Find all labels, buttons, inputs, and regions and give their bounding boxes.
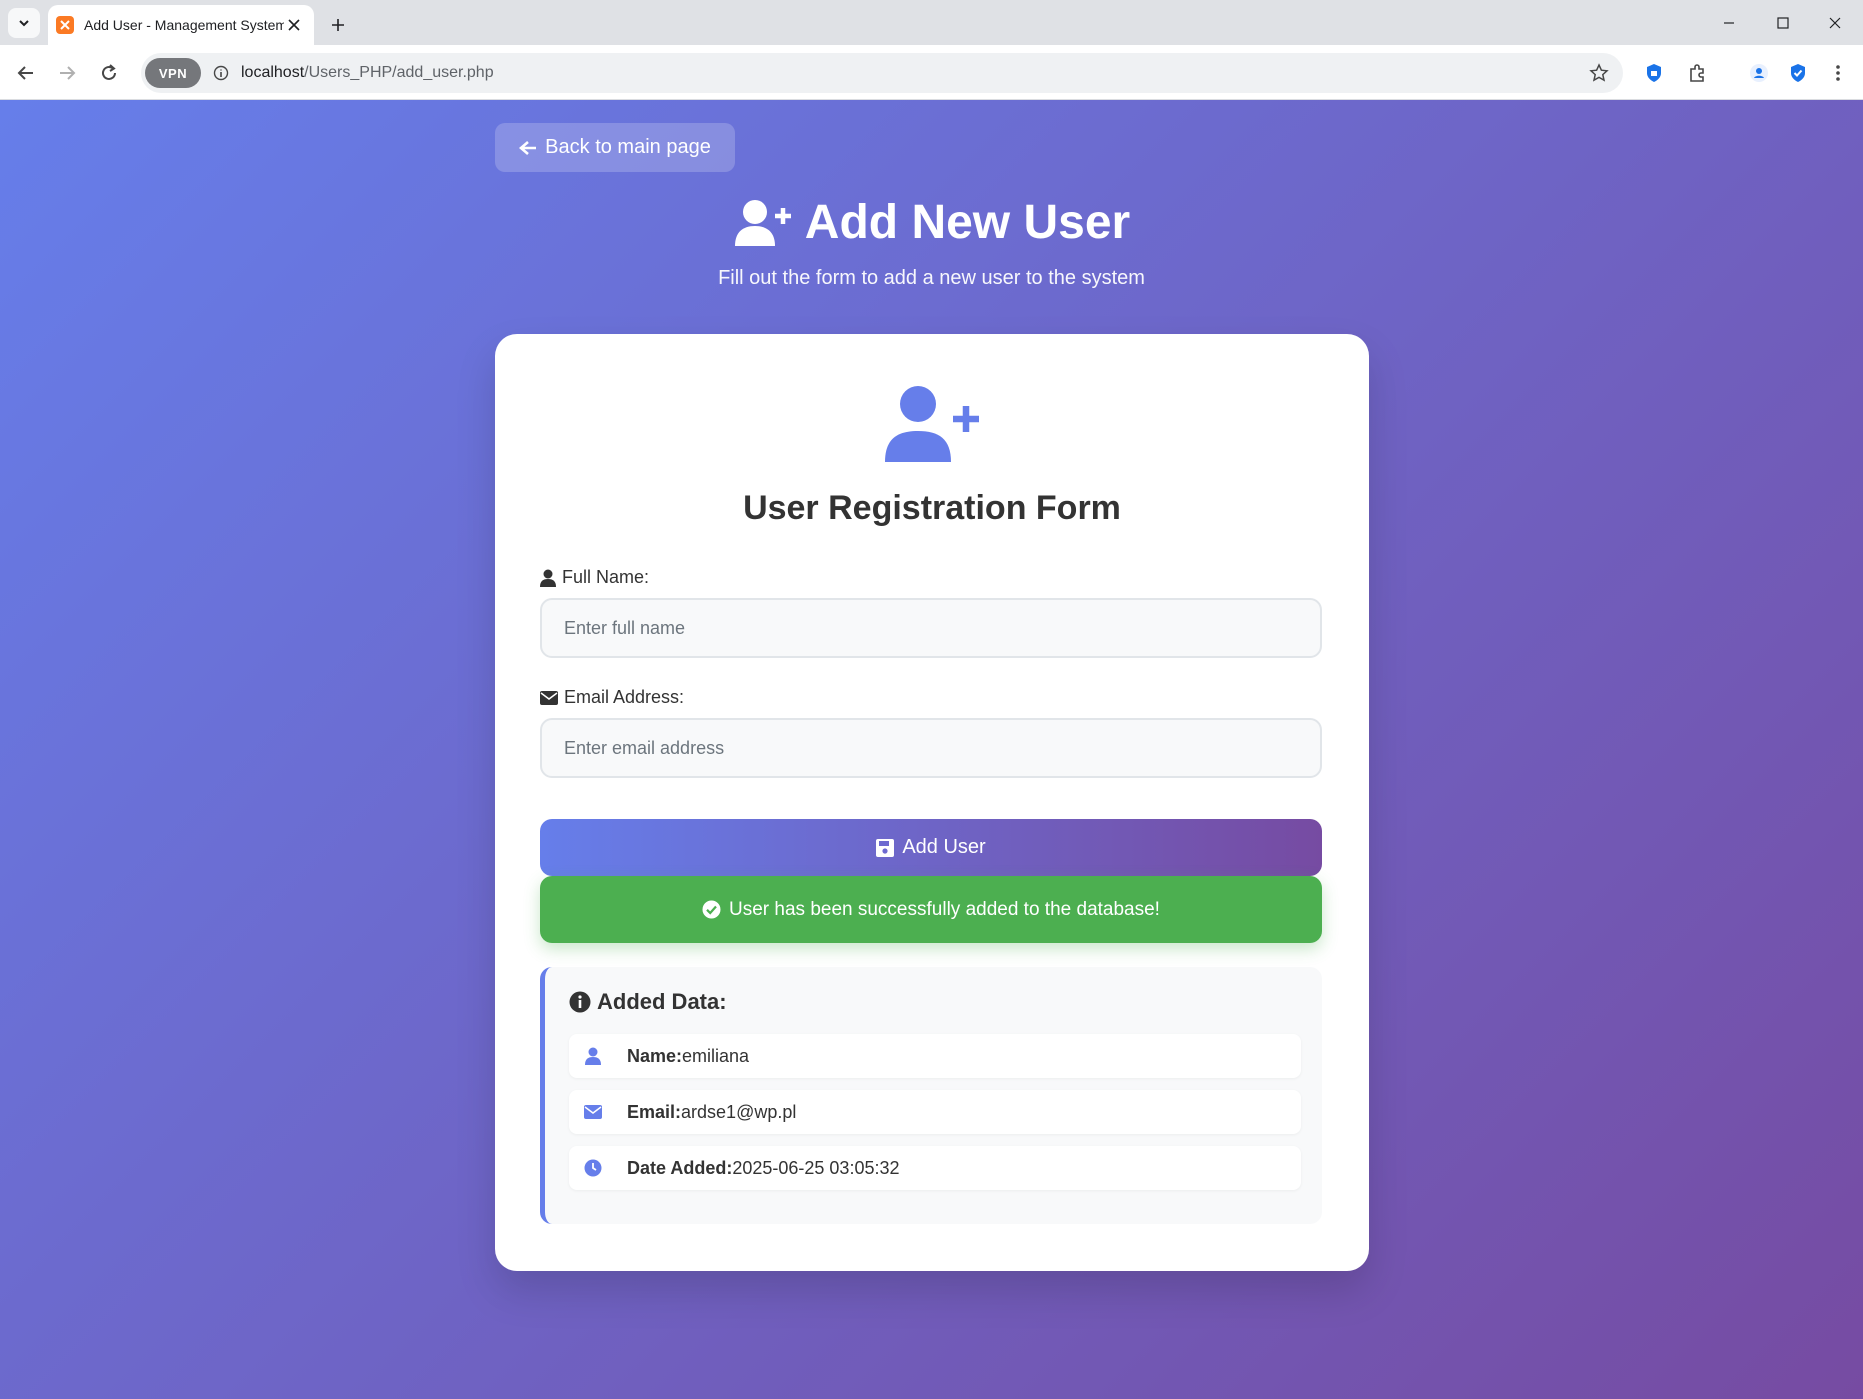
user-plus-icon (734, 199, 791, 246)
tab-title: Add User - Management System (84, 17, 284, 33)
page-background: Back to main page Add New User Fill out … (0, 100, 1863, 1399)
added-data-title-text: Added Data: (597, 989, 727, 1014)
tab-close-icon[interactable] (284, 15, 304, 35)
browser-tabbar: Add User - Management System (0, 0, 1863, 45)
browser-tab-active[interactable]: Add User - Management System (48, 5, 314, 45)
chevron-down-icon (19, 20, 29, 27)
registration-card: User Registration Form Full Name: Email … (495, 334, 1369, 1271)
back-button-label: Back to main page (545, 136, 711, 158)
added-date-key: Date Added: (627, 1157, 733, 1178)
success-alert-text: User has been successfully added to the … (729, 898, 1160, 920)
added-date-row: Date Added: 2025-06-25 03:05:32 (569, 1146, 1301, 1190)
envelope-icon (581, 1105, 605, 1119)
full-name-input[interactable] (540, 598, 1322, 658)
check-circle-icon (702, 900, 721, 919)
new-tab-plus-icon[interactable] (324, 11, 352, 39)
email-label-text: Email Address: (564, 687, 685, 707)
add-user-button-label: Add User (902, 836, 986, 858)
form-title: User Registration Form (743, 489, 1121, 527)
added-date-value: 2025-06-25 03:05:32 (732, 1157, 900, 1178)
forward-arrow-icon[interactable] (51, 57, 83, 89)
back-arrow-icon[interactable] (10, 57, 42, 89)
site-info-icon[interactable] (211, 63, 231, 83)
arrow-left-icon (519, 140, 537, 155)
user-plus-icon (885, 386, 979, 462)
url-host: localhost (241, 64, 305, 81)
reload-icon[interactable] (93, 57, 125, 89)
profile-avatar-icon[interactable] (1743, 57, 1775, 89)
full-name-label: Full Name: (540, 567, 649, 588)
back-to-main-button[interactable]: Back to main page (495, 123, 735, 172)
added-name-row: Name: emiliana (569, 1034, 1301, 1078)
added-data-panel: Added Data: Name: emiliana Email: ardse1… (540, 967, 1322, 1224)
added-email-key: Email: (627, 1101, 682, 1122)
added-name-key: Name: (627, 1045, 683, 1066)
add-user-button[interactable]: Add User (540, 819, 1322, 876)
page-subtitle: Fill out the form to add a new user to t… (718, 266, 1145, 289)
url-path: /Users_PHP/add_user.php (304, 64, 494, 81)
vpn-badge[interactable]: VPN (145, 58, 201, 88)
save-icon (876, 838, 895, 857)
added-data-title: Added Data: (569, 989, 727, 1015)
bookmark-star-icon[interactable] (1585, 59, 1613, 87)
user-icon (581, 1047, 605, 1065)
envelope-icon (540, 690, 558, 705)
email-input[interactable] (540, 718, 1322, 778)
xampp-favicon-icon (56, 16, 74, 34)
puzzle-extensions-icon[interactable] (1681, 57, 1713, 89)
added-email-row: Email: ardse1@wp.pl (569, 1090, 1301, 1134)
page-title-text: Add New User (804, 196, 1131, 249)
minimize-window-icon[interactable] (1703, 0, 1755, 45)
clock-icon (581, 1159, 605, 1177)
email-label: Email Address: (540, 687, 684, 708)
close-window-icon[interactable] (1809, 0, 1861, 45)
vpn-label: VPN (158, 65, 188, 81)
info-circle-icon (569, 991, 591, 1013)
address-bar[interactable]: VPN localhost/Users_PHP/add_user.php (141, 53, 1623, 93)
browser-menu-icon[interactable] (1822, 57, 1854, 89)
url-text: localhost/Users_PHP/add_user.php (241, 64, 494, 82)
maximize-window-icon[interactable] (1757, 0, 1809, 45)
tab-search-button[interactable] (8, 8, 40, 38)
full-name-label-text: Full Name: (562, 567, 650, 587)
added-name-value: emiliana (682, 1045, 750, 1066)
user-icon (540, 569, 556, 587)
success-alert: User has been successfully added to the … (540, 876, 1322, 943)
added-email-value: ardse1@wp.pl (681, 1101, 797, 1122)
page-header: Add New User Fill out the form to add a … (0, 195, 1863, 290)
page-title: Add New User (733, 195, 1130, 250)
shield-extension-icon[interactable] (1638, 57, 1670, 89)
security-shield-icon[interactable] (1782, 57, 1814, 89)
browser-toolbar: VPN localhost/Users_PHP/add_user.php (0, 45, 1863, 100)
